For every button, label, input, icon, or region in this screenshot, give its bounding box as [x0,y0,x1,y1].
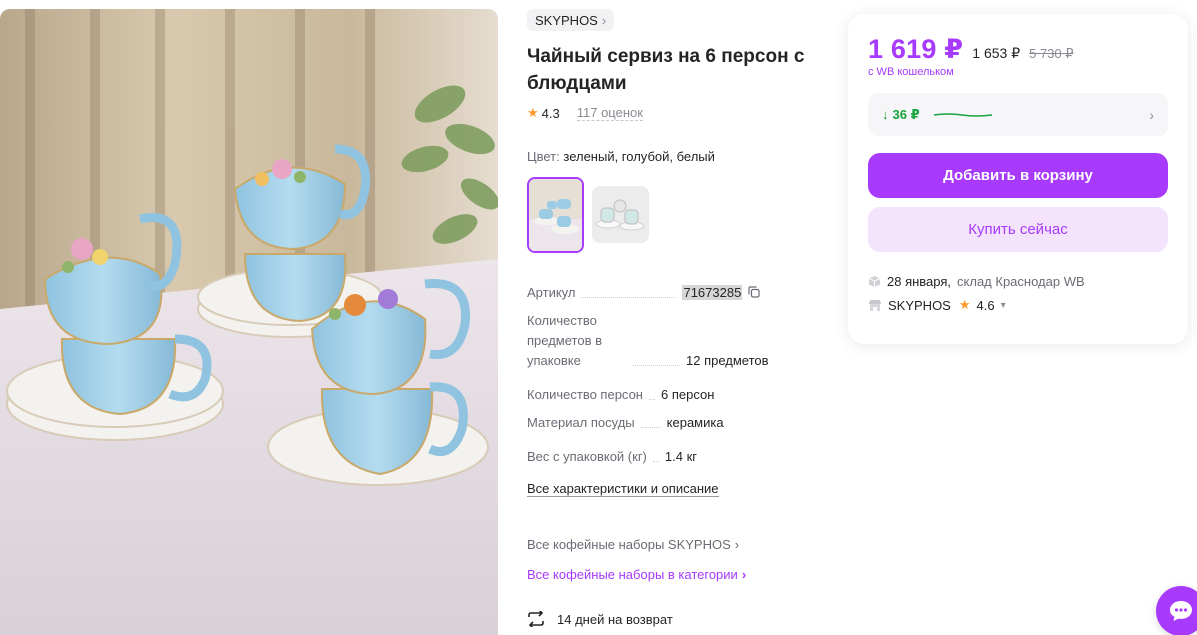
spec-key: Вес с упаковкой (кг) [527,449,647,464]
regular-price: 1 653 ₽ [972,45,1021,61]
spec-divider [581,297,677,298]
spec-key: Количество персон [527,387,643,402]
product-info: SKYPHOS › Чайный сервиз на 6 персон с бл… [527,9,827,498]
star-icon: ★ [958,297,971,312]
chevron-down-icon: ▾ [1000,299,1006,311]
arrow-down-icon: ↓ [882,107,889,122]
spec-divider [648,399,655,400]
rating-row: ★ 4.3 117 оценок [527,105,827,121]
spec-row-material: Материал посуды керамика [527,413,827,433]
delivery-warehouse: склад Краснодар WB [957,274,1085,289]
color-thumbnail-2[interactable] [592,186,649,243]
color-thumbnail-1[interactable] [527,177,584,253]
spec-key: Материал посуды [527,415,635,430]
wallet-price: 1 619 ₽ [868,34,964,64]
category-sets-link[interactable]: Все кофейные наборы в категории › [527,567,746,582]
spec-row-weight: Вес с упаковкой (кг) 1.4 кг [527,447,827,467]
returns-info: 14 дней на возврат [527,611,673,627]
spec-value: 71673285 [682,283,760,303]
chevron-right-icon: › [601,12,607,28]
color-value: зеленый, голубой, белый [563,149,715,164]
buy-now-button[interactable]: Купить сейчас [868,207,1168,252]
spec-row-items: Количество предметов в упаковке 12 предм… [527,311,827,371]
shop-icon [869,299,881,311]
box-icon [868,276,881,287]
spec-divider [640,427,661,428]
old-price: 5 730 ₽ [1029,46,1074,61]
brand-sets-label: Все кофейные наборы SKYPHOS [527,537,731,552]
product-photo[interactable] [0,9,498,635]
price-drop-amount: 36 ₽ [892,106,920,122]
price-history-panel[interactable]: ↓ 36 ₽ › [868,93,1168,136]
price-trend-line [933,112,992,117]
spec-key: Артикул [527,285,576,300]
spec-row-persons: Количество персон 6 персон [527,385,827,405]
spec-key: Количество предметов в упаковке [527,313,602,368]
add-to-cart-button[interactable]: Добавить в корзину [868,153,1168,198]
all-characteristics-link[interactable]: Все характеристики и описание [527,481,719,497]
delivery-info: 28 января, склад Краснодар WB [868,274,1168,289]
wallet-note[interactable]: с WB кошельком [868,66,1168,78]
specs-table: Артикул 71673285 Количество предметов в … [527,283,827,467]
spec-value: 6 персон [660,387,715,402]
copy-icon[interactable] [748,286,760,298]
spec-value: 1.4 кг [664,449,698,464]
color-row: Цвет: зеленый, голубой, белый [527,149,827,164]
spec-divider [652,461,659,462]
return-arrows-icon [528,611,544,627]
teacups-image [0,9,498,635]
spec-value: керамика [666,415,724,430]
chat-icon [1170,601,1192,621]
color-thumbnails [527,177,827,253]
star-icon: ★ [527,105,539,120]
chevron-right-icon: › [741,567,747,582]
chevron-right-icon: › [1149,106,1154,123]
brand-name: SKYPHOS [535,12,598,28]
delivery-date: 28 января, [887,274,952,289]
product-title: Чайный сервиз на 6 персон с блюдцами [527,46,805,94]
seller-name: SKYPHOS [888,297,951,313]
color-label: Цвет: [527,149,560,164]
category-sets-label: Все кофейные наборы в категории [527,567,738,582]
brand-sets-link[interactable]: Все кофейные наборы SKYPHOS › [527,537,739,552]
rating-value: 4.3 [541,105,560,121]
price-card: 1 619 ₽ 1 653 ₽ 5 730 ₽ с WB кошельком ↓… [848,14,1188,344]
spec-value: 12 предметов [686,353,769,368]
reviews-link[interactable]: 117 оценок [576,105,643,121]
spec-divider [633,365,680,366]
returns-label: 14 дней на возврат [557,611,673,627]
price-row: 1 619 ₽ 1 653 ₽ 5 730 ₽ [868,34,1168,65]
seller-info[interactable]: SKYPHOS ★ 4.6 ▾ [868,297,1168,313]
brand-chip[interactable]: SKYPHOS › [527,9,615,31]
spec-row-articul: Артикул 71673285 [527,283,827,303]
articul-value[interactable]: 71673285 [682,285,743,300]
seller-rating: 4.6 [976,297,995,313]
chat-button[interactable] [1156,586,1197,635]
chevron-right-icon: › [734,537,740,552]
